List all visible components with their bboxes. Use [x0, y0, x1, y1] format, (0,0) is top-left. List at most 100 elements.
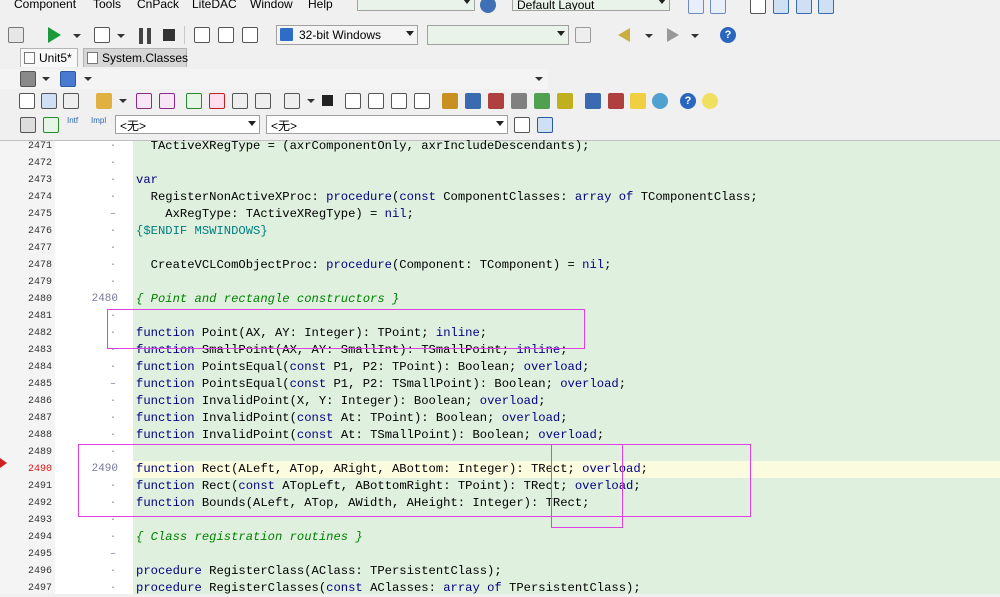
code-line[interactable]: function InvalidPoint(const At: TSmallPo… [136, 427, 604, 444]
stop-square-icon[interactable] [322, 95, 333, 106]
tab-system-classes[interactable]: System.Classes [83, 48, 188, 67]
scope-icon[interactable] [43, 117, 59, 133]
sync-icon[interactable] [20, 117, 36, 133]
pause-icon[interactable] [139, 28, 151, 44]
add-file-icon[interactable] [186, 93, 202, 109]
code-line[interactable]: var [136, 172, 158, 189]
globe2-icon[interactable] [652, 93, 668, 109]
window2-icon[interactable] [710, 0, 726, 14]
fold-marker[interactable]: · [110, 563, 118, 580]
layout-combo[interactable]: Default Layout [512, 0, 670, 11]
back-icon[interactable] [618, 28, 630, 42]
fold-marker[interactable]: · [110, 529, 118, 546]
fold-marker[interactable]: · [110, 257, 118, 274]
fold-marker[interactable]: · [110, 478, 118, 495]
code-line[interactable]: function InvalidPoint(const At: TPoint):… [136, 410, 568, 427]
run-without-debug-icon[interactable] [94, 27, 110, 43]
tool2-icon[interactable] [465, 93, 481, 109]
fold-marker[interactable]: · [110, 240, 118, 257]
procedure-filter-combo[interactable]: <无> [266, 115, 508, 134]
download-icon[interactable] [255, 93, 271, 109]
code-editor[interactable]: 2471 2472 2473 2474 2475 2476 2477 2478 2479 2480… [0, 138, 1000, 595]
back-dropdown-icon[interactable] [645, 34, 653, 38]
menu-litedac[interactable]: LiteDAC [192, 0, 237, 11]
code-line[interactable]: procedure RegisterClasses(const AClasses… [136, 580, 641, 597]
fold-marker[interactable]: · [110, 308, 118, 325]
open-dropdown-icon[interactable] [119, 99, 127, 103]
tool5-icon[interactable] [534, 93, 550, 109]
fold-marker[interactable]: · [110, 444, 118, 461]
menu-help[interactable]: Help [308, 0, 333, 11]
stop-icon[interactable] [163, 29, 175, 41]
component-dropdown-icon[interactable] [42, 77, 50, 81]
code-line[interactable]: TActiveXRegType = (axrComponentOnly, axr… [136, 138, 590, 155]
code-line[interactable]: CreateVCLComObjectProc: procedure(Compon… [136, 257, 612, 274]
copy3-icon[interactable] [391, 93, 407, 109]
type-filter-combo[interactable]: <无> [115, 115, 260, 134]
fold-marker[interactable]: · [110, 427, 118, 444]
grid-icon[interactable] [773, 0, 789, 14]
copy-icon[interactable] [345, 93, 361, 109]
fold-marker[interactable]: – [110, 546, 118, 563]
intf-label[interactable]: Intf [67, 116, 78, 125]
list-icon[interactable] [796, 0, 812, 14]
tool4-icon[interactable] [511, 93, 527, 109]
fold-marker[interactable]: · [110, 291, 118, 308]
tip-icon[interactable] [702, 93, 718, 109]
fold-marker[interactable]: · [110, 138, 118, 155]
fold-marker[interactable]: · [110, 274, 118, 291]
run-icon[interactable] [48, 27, 61, 43]
code-line[interactable]: procedure RegisterClass(AClass: TPersist… [136, 563, 502, 580]
new-item-dropdown-icon[interactable] [307, 99, 315, 103]
fold-marker[interactable]: · [110, 495, 118, 512]
help2-icon[interactable]: ? [680, 93, 696, 109]
run-until-return-icon[interactable] [242, 27, 258, 43]
run-dropdown-icon[interactable] [73, 34, 81, 38]
match-any-icon[interactable] [537, 117, 553, 133]
code-line[interactable]: { Class registration routines } [136, 529, 363, 546]
mail-icon[interactable] [750, 0, 766, 14]
impl-label[interactable]: Impl [91, 116, 106, 125]
fold-marker[interactable]: · [110, 325, 118, 342]
fold-marker[interactable]: · [110, 342, 118, 359]
menu-window[interactable]: Window [250, 0, 293, 11]
code-line[interactable]: function PointsEqual(const P1, P2: TSmal… [136, 376, 626, 393]
fold-marker[interactable]: · [110, 189, 118, 206]
navigator-dropdown-icon[interactable] [535, 77, 543, 81]
options-icon[interactable] [232, 93, 248, 109]
note-icon[interactable] [630, 93, 646, 109]
forward-dropdown-icon[interactable] [691, 34, 699, 38]
copy2-icon[interactable] [368, 93, 384, 109]
fold-marker[interactable]: – [110, 206, 118, 223]
view-unit-icon[interactable] [41, 93, 57, 109]
fold-marker[interactable]: · [110, 223, 118, 240]
close-project-icon[interactable] [8, 27, 24, 43]
search-combo[interactable] [357, 0, 475, 11]
save-all-icon[interactable] [159, 93, 175, 109]
refresh-icon[interactable] [575, 27, 591, 43]
tool6-icon[interactable] [557, 93, 573, 109]
dropdown-icon[interactable] [117, 34, 125, 38]
menu-component[interactable]: Component [14, 0, 76, 11]
code-line[interactable]: { Point and rectangle constructors } [136, 291, 399, 308]
component-icon[interactable] [20, 71, 36, 87]
forward-icon[interactable] [667, 28, 679, 42]
toggle-icon[interactable] [63, 93, 79, 109]
trace-into-icon[interactable] [218, 27, 234, 43]
match-start-icon[interactable] [514, 117, 530, 133]
fold-marker[interactable]: · [110, 393, 118, 410]
fold-marker[interactable]: · [110, 461, 118, 478]
tool1-icon[interactable] [442, 93, 458, 109]
view-form-icon[interactable] [19, 93, 35, 109]
window-icon[interactable] [688, 0, 704, 14]
help-icon[interactable]: ? [720, 27, 736, 43]
remove-file-icon[interactable] [209, 93, 225, 109]
fold-marker[interactable]: · [110, 155, 118, 172]
tool3-icon[interactable] [488, 93, 504, 109]
export-icon[interactable] [818, 0, 834, 14]
menu-tools[interactable]: Tools [93, 0, 121, 11]
menu-cnpack[interactable]: CnPack [137, 0, 179, 11]
form-icon[interactable] [60, 71, 76, 87]
code-line[interactable]: function PointsEqual(const P1, P2: TPoin… [136, 359, 590, 376]
fold-marker[interactable]: · [110, 410, 118, 427]
